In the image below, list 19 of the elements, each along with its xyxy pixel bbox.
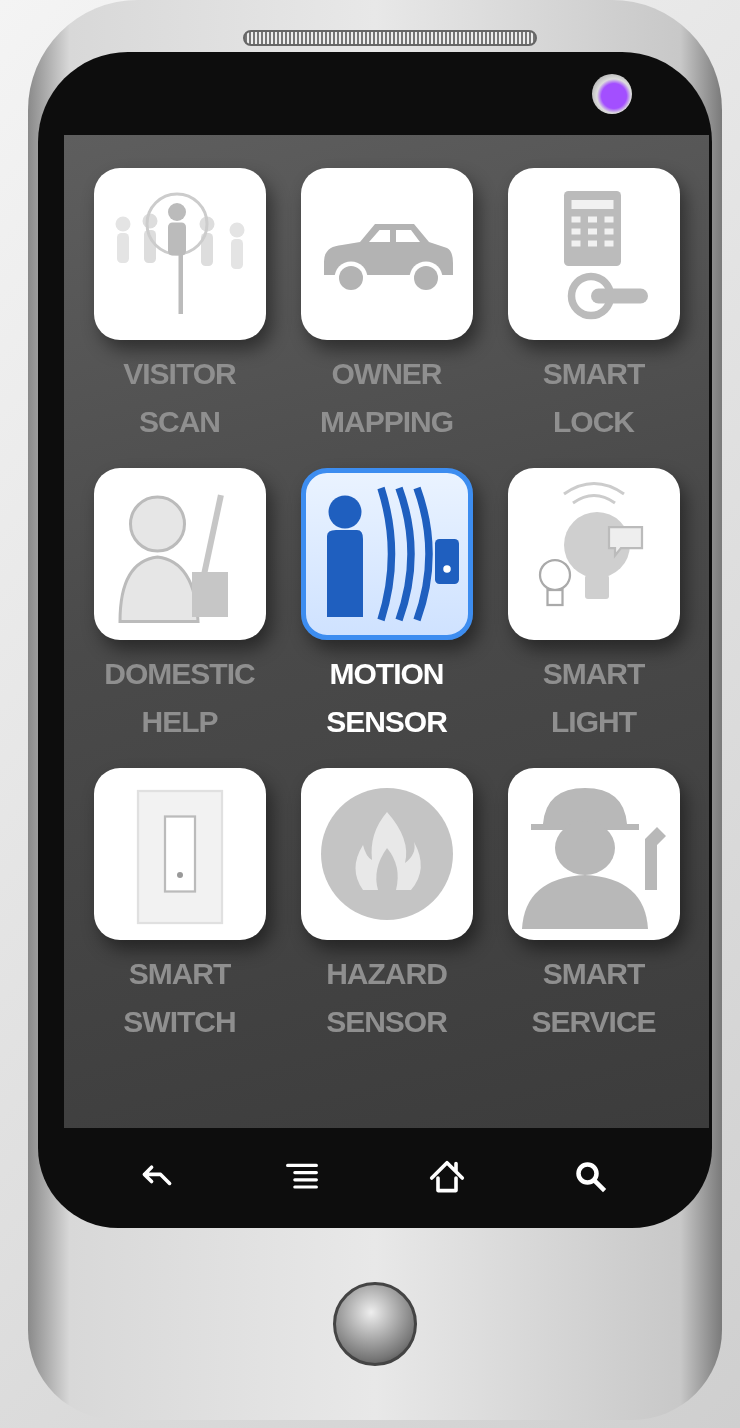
app-label: HAZARD SENSOR xyxy=(326,956,447,1040)
app-label: DOMESTIC HELP xyxy=(104,656,255,740)
app-tile[interactable] xyxy=(93,168,266,340)
app-tile[interactable] xyxy=(300,468,473,640)
app-label: OWNER MAPPING xyxy=(320,356,453,440)
app-tile[interactable] xyxy=(300,768,473,940)
app-label: SMART LIGHT xyxy=(542,656,645,740)
app-tile[interactable] xyxy=(300,168,473,340)
app-tile[interactable] xyxy=(507,468,680,640)
app-label: SMART LOCK xyxy=(542,356,645,440)
app-label: VISITOR SCAN xyxy=(123,356,236,440)
app-label: SMART SERVICE xyxy=(531,956,656,1040)
app-tile[interactable] xyxy=(507,768,680,940)
app-tile[interactable] xyxy=(93,468,266,640)
app-tile[interactable] xyxy=(93,768,266,940)
app-label: MOTION SENSOR xyxy=(326,656,447,740)
app-label: SMART SWITCH xyxy=(123,956,236,1040)
app-tile[interactable] xyxy=(507,168,680,340)
camera-icon xyxy=(592,73,632,114)
